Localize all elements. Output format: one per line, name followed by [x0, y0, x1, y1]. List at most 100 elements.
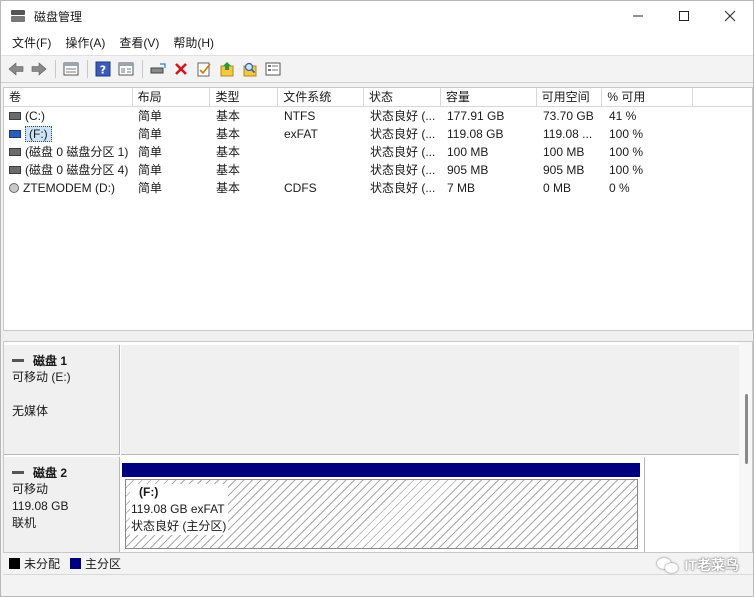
volume-capacity: 905 MB: [447, 163, 489, 177]
table-row[interactable]: (磁盘 0 磁盘分区 4) 简单 基本 状态良好 (... 905 MB 905…: [4, 161, 752, 179]
legend-swatch: [70, 558, 82, 569]
column-header-type[interactable]: 类型: [210, 88, 279, 107]
volume-percent-free: 100 %: [609, 145, 644, 159]
volume-status: 状态良好 (...: [370, 145, 436, 159]
disk-label[interactable]: 磁盘 1 可移动 (E:) 无媒体: [4, 345, 120, 455]
vertical-scrollbar[interactable]: [739, 342, 752, 552]
volume-percent-free: 100 %: [609, 163, 644, 177]
volume-name: (磁盘 0 磁盘分区 4): [25, 163, 129, 177]
close-icon: [724, 10, 736, 22]
window-title: 磁盘管理: [34, 9, 83, 24]
legend: 未分配 主分区: [3, 554, 753, 573]
column-header-percent-free[interactable]: % 可用: [602, 88, 694, 107]
column-header-filler: [693, 88, 752, 107]
title-bar: 磁盘管理: [1, 1, 753, 31]
menu-file[interactable]: 文件(F): [5, 31, 58, 55]
volume-percent-free: 0 %: [609, 181, 630, 195]
disk-name: 磁盘 2: [33, 465, 68, 480]
menu-action[interactable]: 操作(A): [58, 31, 112, 55]
disk-label[interactable]: 磁盘 2 可移动 119.08 GB 联机: [4, 457, 120, 552]
maximize-button[interactable]: [661, 1, 707, 31]
toolbar-separator: [55, 60, 56, 78]
volume-free-space: 119.08 ...: [543, 127, 593, 141]
disk-info-line: 无媒体: [12, 404, 49, 418]
volume-type: 基本: [216, 109, 241, 123]
toolbar-separator: [87, 60, 88, 78]
column-header-filesystem[interactable]: 文件系统: [278, 88, 365, 107]
column-header-volume[interactable]: 卷: [4, 88, 133, 107]
settings-button[interactable]: [262, 58, 284, 80]
wechat-logo-icon: [656, 556, 679, 574]
volume-filesystem: NTFS: [284, 109, 316, 123]
volume-capacity: 119.08 GB: [447, 127, 504, 141]
pane-splitter[interactable]: [1, 331, 753, 341]
check-button[interactable]: [193, 58, 215, 80]
help-button[interactable]: ?: [92, 58, 114, 80]
menu-help[interactable]: 帮助(H): [166, 31, 221, 55]
volume-capacity: 177.91 GB: [447, 109, 505, 123]
legend-swatch: [9, 558, 20, 569]
properties-icon: [118, 62, 134, 76]
volume-layout: 简单: [138, 145, 163, 159]
volume-view-button[interactable]: [60, 58, 82, 80]
delete-button[interactable]: [170, 58, 192, 80]
disk-management-icon: [11, 10, 25, 22]
volume-free-space: 73.70 GB: [543, 109, 594, 123]
disk-icon: [12, 470, 24, 474]
table-row[interactable]: (磁盘 0 磁盘分区 1) 简单 基本 状态良好 (... 100 MB 100…: [4, 143, 752, 161]
format-button[interactable]: [216, 58, 238, 80]
minimize-button[interactable]: [615, 1, 661, 31]
partition-status: 状态良好 (主分区): [131, 519, 227, 533]
search-button[interactable]: [239, 58, 261, 80]
volume-capacity: 7 MB: [447, 181, 476, 195]
column-header-status[interactable]: 状态: [364, 88, 441, 107]
back-button[interactable]: [5, 58, 27, 80]
table-row[interactable]: (C:) 简单 基本 NTFS 状态良好 (... 177.91 GB 73.7…: [4, 107, 752, 125]
folder-up-icon: [220, 62, 234, 77]
volume-list-header: 卷 布局 类型 文件系统 状态 容量 可用空间 % 可用: [4, 88, 752, 107]
toolbar: ?: [1, 55, 753, 83]
window-controls: [615, 1, 753, 31]
maximize-icon: [679, 11, 689, 21]
check-document-icon: [197, 62, 211, 77]
column-header-layout[interactable]: 布局: [133, 88, 211, 107]
legend-label: 未分配: [24, 557, 61, 571]
menu-view[interactable]: 查看(V): [112, 31, 166, 55]
forward-button[interactable]: [28, 58, 50, 80]
table-row[interactable]: (F:) 简单 基本 exFAT 状态良好 (... 119.08 GB 119…: [4, 125, 752, 143]
close-button[interactable]: [707, 1, 753, 31]
volume-percent-free: 100 %: [609, 127, 644, 141]
drive-connect-icon: [150, 63, 166, 74]
cd-drive-icon: [9, 183, 19, 193]
volume-filesystem: exFAT: [284, 127, 318, 141]
settings-list-icon: [265, 62, 281, 76]
svg-text:?: ?: [100, 64, 106, 77]
volume-view-icon: [63, 62, 79, 76]
scrollbar-thumb[interactable]: [745, 394, 748, 464]
partition-f[interactable]: (F:) 119.08 GB exFAT 状态良好 (主分区): [125, 479, 638, 549]
volume-status: 状态良好 (...: [370, 127, 436, 141]
volume-status: 状态良好 (...: [370, 181, 436, 195]
volume-status: 状态良好 (...: [370, 109, 436, 123]
volume-layout: 简单: [138, 109, 163, 123]
menu-bar: 文件(F) 操作(A) 查看(V) 帮助(H): [1, 31, 753, 55]
column-header-free-space[interactable]: 可用空间: [537, 88, 603, 107]
volume-name: ZTEMODEM (D:): [23, 181, 115, 195]
search-icon: [243, 62, 257, 77]
properties-button[interactable]: [115, 58, 137, 80]
connect-drive-button[interactable]: [147, 58, 169, 80]
volume-percent-free: 41 %: [609, 109, 637, 123]
disk-name: 磁盘 1: [33, 353, 68, 368]
hard-drive-icon: [9, 112, 21, 120]
column-header-capacity[interactable]: 容量: [441, 88, 537, 107]
volume-filesystem: CDFS: [284, 181, 317, 195]
forward-arrow-icon: [31, 62, 47, 76]
volume-free-space: 905 MB: [543, 163, 585, 177]
watermark-text: IT老菜鸟: [684, 557, 739, 573]
legend-item-primary: 主分区: [70, 555, 121, 572]
disk-info-line: 可移动: [12, 482, 49, 496]
disk-row: 磁盘 2 可移动 119.08 GB 联机 (F:) 119.08 GB exF…: [4, 457, 740, 552]
table-row[interactable]: ZTEMODEM (D:) 简单 基本 CDFS 状态良好 (... 7 MB …: [4, 179, 752, 197]
disk-info-line: 119.08 GB: [12, 499, 69, 513]
partition-size: 119.08 GB exFAT: [131, 502, 225, 516]
